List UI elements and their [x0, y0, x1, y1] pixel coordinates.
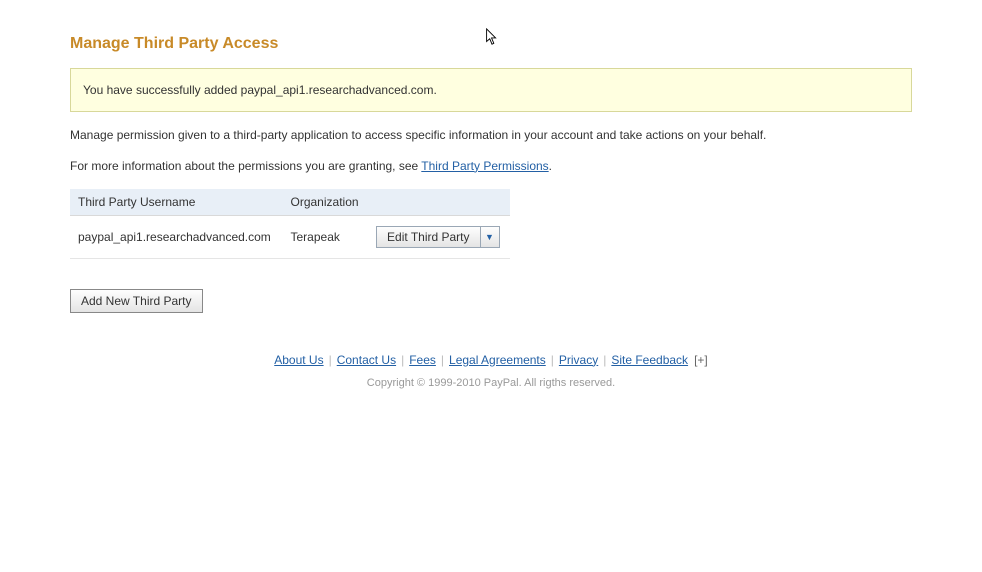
footer-copyright: Copyright © 1999-2010 PayPal. All rigths…	[70, 377, 912, 389]
description-line2-prefix: For more information about the permissio…	[70, 159, 421, 173]
description-line1: Manage permission given to a third-party…	[70, 127, 912, 144]
footer-link-contact[interactable]: Contact Us	[337, 353, 396, 367]
table-row: paypal_api1.researchadvanced.com Terapea…	[70, 215, 510, 258]
footer-link-about[interactable]: About Us	[274, 353, 323, 367]
footer-sep: |	[551, 353, 554, 367]
footer-link-privacy[interactable]: Privacy	[559, 353, 598, 367]
footer-link-fees[interactable]: Fees	[409, 353, 436, 367]
footer-sep: |	[441, 353, 444, 367]
footer-expand[interactable]: [+]	[694, 353, 708, 367]
success-message-box: You have successfully added paypal_api1.…	[70, 68, 912, 112]
description-line2-suffix: .	[549, 159, 552, 173]
edit-third-party-dropdown[interactable]: ▼	[481, 227, 499, 247]
edit-third-party-button-group: Edit Third Party ▼	[376, 226, 499, 248]
col-header-actions	[368, 189, 510, 216]
add-new-third-party-button[interactable]: Add New Third Party	[70, 289, 203, 313]
footer: About Us | Contact Us | Fees | Legal Agreement…	[70, 353, 912, 389]
footer-link-legal[interactable]: Legal Agreements	[449, 353, 546, 367]
chevron-down-icon: ▼	[485, 227, 494, 247]
third-party-table: Third Party Username Organization paypal…	[70, 189, 510, 259]
footer-sep: |	[329, 353, 332, 367]
cell-organization: Terapeak	[283, 215, 369, 258]
edit-third-party-button[interactable]: Edit Third Party	[377, 227, 480, 247]
description-line2: For more information about the permissio…	[70, 158, 912, 175]
cell-actions: Edit Third Party ▼	[368, 215, 510, 258]
footer-sep: |	[401, 353, 404, 367]
success-message-text: You have successfully added paypal_api1.…	[83, 83, 437, 97]
col-header-organization: Organization	[283, 189, 369, 216]
footer-link-feedback[interactable]: Site Feedback	[611, 353, 688, 367]
footer-links: About Us | Contact Us | Fees | Legal Agreement…	[70, 353, 912, 367]
cell-username: paypal_api1.researchadvanced.com	[70, 215, 283, 258]
col-header-username: Third Party Username	[70, 189, 283, 216]
page-title: Manage Third Party Access	[70, 35, 912, 53]
footer-sep: |	[603, 353, 606, 367]
third-party-permissions-link[interactable]: Third Party Permissions	[421, 159, 548, 173]
